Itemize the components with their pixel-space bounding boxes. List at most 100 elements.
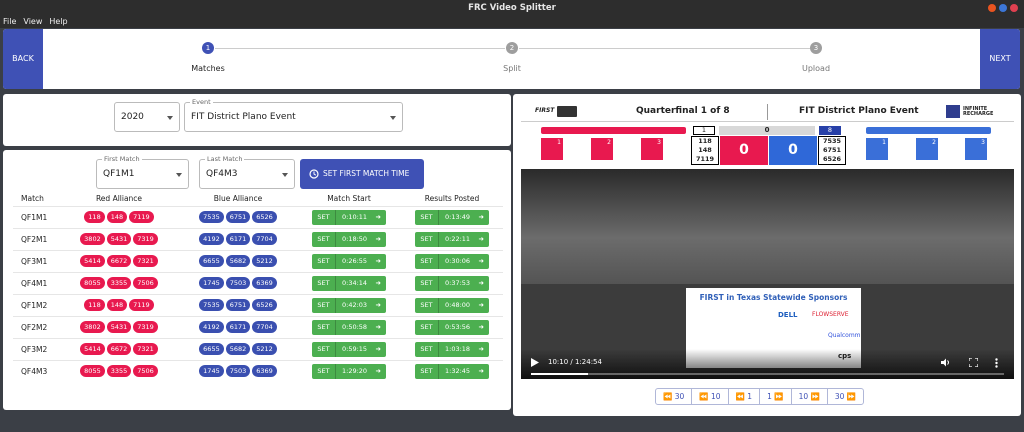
results-posted-cell: SET 0:22:11 ➜ xyxy=(401,227,503,250)
set-first-match-time-button[interactable]: SET FIRST MATCH TIME xyxy=(300,159,424,189)
back-button[interactable]: BACK xyxy=(3,29,43,89)
set-match-start-button[interactable]: SET 0:18:50 ➜ xyxy=(312,231,386,247)
time-value: 0:13:49 xyxy=(445,212,471,221)
red-robot-3: 3 xyxy=(641,138,663,160)
minimize-icon[interactable] xyxy=(988,4,996,12)
match-cell: QF1M1 xyxy=(13,205,59,228)
volume-icon[interactable] xyxy=(941,358,951,367)
blue-alliance-cell: 4192 6171 7704 xyxy=(179,315,297,338)
set-results-posted-button[interactable]: SET 0:13:49 ➜ xyxy=(415,209,489,225)
blue-team-badge: 7704 xyxy=(252,233,277,245)
match-cell: QF3M1 xyxy=(13,249,59,272)
time-value: 0:37:53 xyxy=(445,278,471,287)
rewind-30-button[interactable]: ⏪ 30 xyxy=(655,388,693,405)
step-connector xyxy=(215,48,505,49)
set-results-posted-button[interactable]: SET 0:48:00 ➜ xyxy=(415,297,489,313)
year-select[interactable]: 2020 xyxy=(114,102,180,132)
rewind-10-button[interactable]: ⏪ 10 xyxy=(691,388,729,405)
rewind-1-button[interactable]: ⏪ 1 xyxy=(727,388,761,405)
blue-robot-3: 3 xyxy=(965,138,987,160)
set-label: SET xyxy=(312,275,336,291)
first-match-select[interactable]: First Match QF1M1 xyxy=(96,155,189,189)
set-label: SET xyxy=(415,297,439,313)
set-match-start-button[interactable]: SET 0:50:58 ➜ xyxy=(312,319,386,335)
step-split[interactable]: 2 Split xyxy=(487,42,537,73)
results-posted-cell: SET 0:48:00 ➜ xyxy=(401,293,503,316)
series-score: 0 xyxy=(719,126,815,135)
overlay-event-name: FIT District Plano Event xyxy=(799,106,919,116)
sponsor-title: FIRST in Texas Statewide Sponsors xyxy=(699,293,848,302)
red-team-list: 118 148 7119 xyxy=(691,136,719,165)
arrow-right-icon: ➜ xyxy=(375,366,381,375)
set-label: SET xyxy=(415,341,439,357)
arrow-right-icon: ➜ xyxy=(375,234,381,243)
time-value: 0:22:11 xyxy=(445,234,471,243)
set-results-posted-button[interactable]: SET 1:03:18 ➜ xyxy=(415,341,489,357)
last-match-select[interactable]: Last Match QF4M3 xyxy=(199,155,295,189)
step-matches[interactable]: 1 Matches xyxy=(183,42,233,73)
set-label: SET xyxy=(312,209,336,225)
set-results-posted-button[interactable]: SET 0:30:06 ➜ xyxy=(415,253,489,269)
arrow-right-icon: ➜ xyxy=(478,278,484,287)
red-team-badge: 7319 xyxy=(133,233,158,245)
set-results-posted-button[interactable]: SET 0:53:56 ➜ xyxy=(415,319,489,335)
red-alliance-cell: 3802 5431 7319 xyxy=(59,227,179,250)
arrow-right-icon: ➜ xyxy=(478,234,484,243)
set-results-posted-button[interactable]: SET 0:22:11 ➜ xyxy=(415,231,489,247)
fullscreen-icon[interactable] xyxy=(969,358,978,367)
video-progress-track[interactable] xyxy=(531,373,1004,375)
set-match-start-button[interactable]: SET 0:26:55 ➜ xyxy=(312,253,386,269)
red-power-bar xyxy=(541,127,686,134)
overlay-match-title: Quarterfinal 1 of 8 xyxy=(636,106,730,116)
video-player[interactable]: FIRST Quarterfinal 1 of 8 FIT District P… xyxy=(521,102,1014,379)
match-start-cell: SET 0:34:14 ➜ xyxy=(297,271,401,294)
set-match-start-button[interactable]: SET 0:34:14 ➜ xyxy=(312,275,386,291)
red-robot-1: 1 xyxy=(541,138,563,160)
red-alliance-cell: 3802 5431 7319 xyxy=(59,315,179,338)
step-number: 3 xyxy=(810,42,822,54)
match-start-cell: SET 0:50:58 ➜ xyxy=(297,315,401,338)
chevron-down-icon xyxy=(176,173,182,177)
blue-team-badge: 5212 xyxy=(252,255,277,267)
set-label: SET xyxy=(415,363,439,379)
score-overlay: FIRST Quarterfinal 1 of 8 FIT District P… xyxy=(521,102,1014,169)
arrow-right-icon: ➜ xyxy=(375,212,381,221)
forward-30-button[interactable]: 30 ⏩ xyxy=(826,388,865,405)
blue-team-badge: 6171 xyxy=(225,233,251,245)
red-team-badge: 118 xyxy=(84,299,105,311)
red-team-badge: 7506 xyxy=(133,277,158,289)
set-results-posted-button[interactable]: SET 0:37:53 ➜ xyxy=(415,275,489,291)
menu-view[interactable]: View xyxy=(23,17,42,26)
menu-file[interactable]: File xyxy=(3,17,16,26)
clock-icon xyxy=(309,169,319,179)
sponsor-logo: DELL xyxy=(778,311,798,319)
red-team-badge: 5414 xyxy=(80,343,105,355)
fast-forward-icon: ⏩ xyxy=(846,392,857,401)
forward-1-button[interactable]: 1 ⏩ xyxy=(759,388,792,405)
set-match-start-button[interactable]: SET 1:29:20 ➜ xyxy=(312,363,386,379)
play-icon[interactable] xyxy=(531,358,539,367)
forward-10-button[interactable]: 10 ⏩ xyxy=(790,388,828,405)
results-posted-cell: SET 1:32:45 ➜ xyxy=(401,359,503,382)
step-upload[interactable]: 3 Upload xyxy=(791,42,841,73)
match-start-cell: SET 1:29:20 ➜ xyxy=(297,359,401,382)
next-button[interactable]: NEXT xyxy=(980,29,1020,89)
event-select[interactable]: Event FIT District Plano Event xyxy=(184,98,403,132)
blue-team-badge: 6526 xyxy=(252,299,277,311)
column-header: Red Alliance xyxy=(95,194,143,204)
menu-help[interactable]: Help xyxy=(49,17,67,26)
match-cell: QF3M2 xyxy=(13,337,59,360)
arrow-right-icon: ➜ xyxy=(478,322,484,331)
set-match-start-button[interactable]: SET 0:42:03 ➜ xyxy=(312,297,386,313)
table-row: QF4M1 8055 3355 7506 1745 7503 6369 SET 0:34:14 ➜… xyxy=(13,271,503,294)
red-robot-2: 2 xyxy=(591,138,613,160)
blue-team-badge: 7704 xyxy=(252,321,277,333)
set-match-start-button[interactable]: SET 0:10:11 ➜ xyxy=(312,209,386,225)
maximize-icon[interactable] xyxy=(999,4,1007,12)
close-icon[interactable] xyxy=(1010,4,1018,12)
more-options-icon[interactable] xyxy=(995,358,998,368)
blue-alliance-cell: 1745 7503 6369 xyxy=(179,271,297,294)
arrow-right-icon: ➜ xyxy=(478,300,484,309)
set-results-posted-button[interactable]: SET 1:32:45 ➜ xyxy=(415,363,489,379)
set-match-start-button[interactable]: SET 0:59:15 ➜ xyxy=(312,341,386,357)
